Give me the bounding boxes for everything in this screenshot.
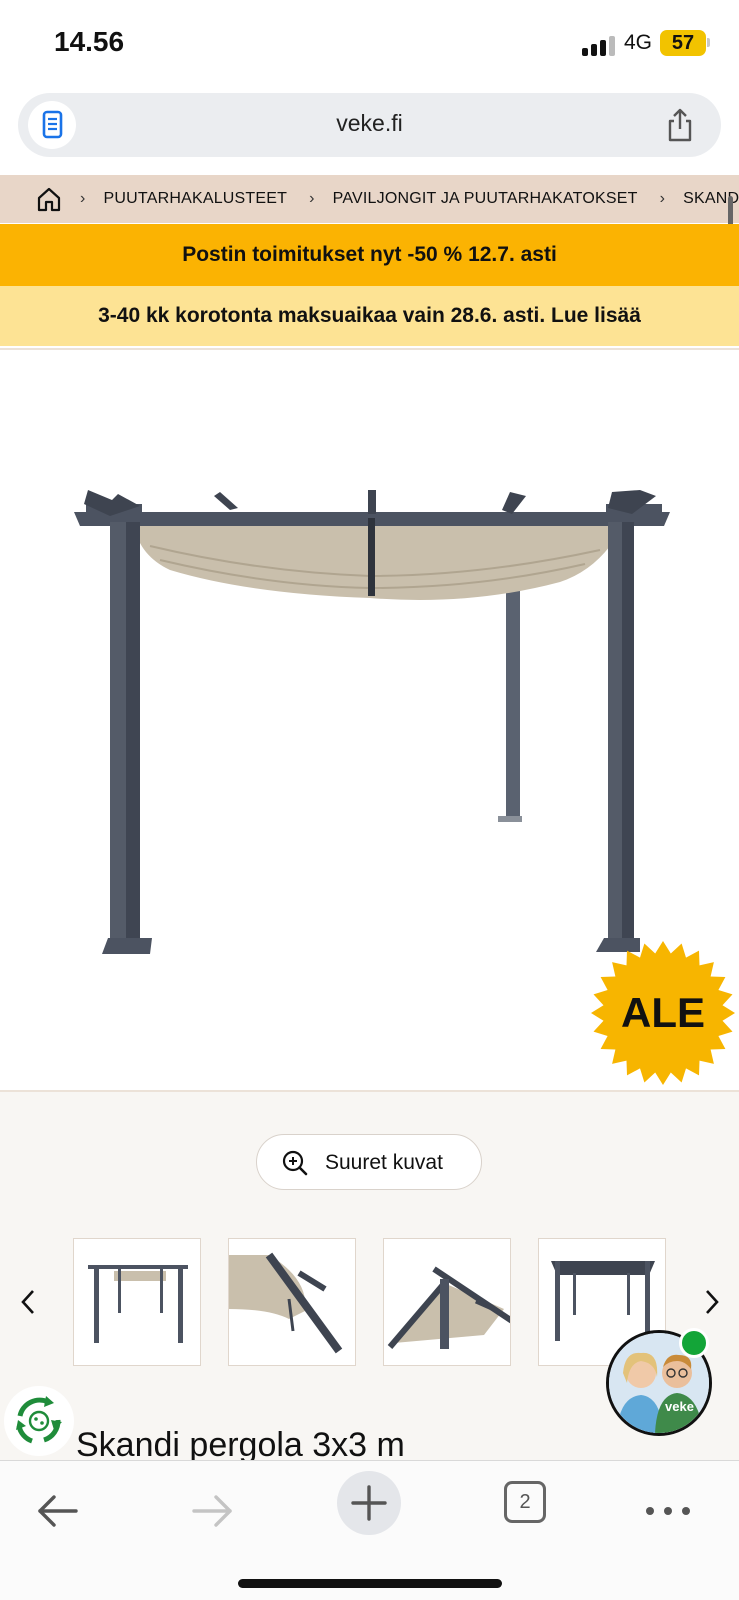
chevron-right-icon: › (309, 190, 315, 207)
address-bar[interactable]: veke.fi (18, 93, 721, 157)
battery-tip (707, 38, 710, 47)
breadcrumb-items: › PUUTARHAKALUSTEET › PAVILJONGIT JA PUU… (80, 175, 739, 223)
gallery-thumbnail[interactable] (73, 1238, 201, 1366)
product-title: Skandi pergola 3x3 m (76, 1426, 405, 1462)
share-icon (668, 108, 692, 142)
home-icon (37, 187, 61, 212)
breadcrumb: › PUUTARHAKALUSTEET › PAVILJONGIT JA PUU… (0, 175, 739, 223)
forward-arrow-icon (192, 1495, 232, 1527)
browser-toolbar: 2 (0, 1460, 739, 1600)
gallery-thumbnail[interactable] (383, 1238, 511, 1366)
plus-icon (351, 1485, 387, 1521)
thumbnail-image (229, 1252, 343, 1354)
thumbnail-image (387, 1266, 510, 1349)
signal-icon (582, 32, 616, 56)
gallery-next-button[interactable] (698, 1284, 726, 1320)
home-indicator (238, 1579, 502, 1588)
online-status-dot (679, 1328, 709, 1358)
more-button[interactable] (638, 1485, 702, 1549)
status-bar: 14.56 4G 57 (0, 0, 739, 90)
gallery-prev-button[interactable] (14, 1284, 42, 1320)
breadcrumb-home[interactable] (36, 186, 62, 212)
chevron-right-icon: › (659, 190, 666, 207)
chevron-left-icon (21, 1290, 34, 1314)
zoom-button-label: Suuret kuvat (325, 1151, 443, 1174)
zoom-button[interactable]: Suuret kuvat (256, 1134, 482, 1190)
tabs-button[interactable]: 2 (504, 1481, 546, 1523)
promo-banner-payment[interactable]: 3-40 kk korotonta maksuaikaa vain 28.6. … (0, 286, 739, 346)
sale-badge-label: ALE (621, 989, 705, 1036)
network-type: 4G (624, 31, 653, 54)
chevron-right-icon: › (80, 190, 86, 207)
reader-button[interactable] (28, 101, 76, 149)
breadcrumb-item[interactable]: PUUTARHAKALUSTEET (104, 190, 288, 208)
gallery-thumbnail[interactable] (228, 1238, 356, 1366)
breadcrumb-item[interactable]: PAVILJONGIT JA PUUTARHAKATOKSET (333, 190, 638, 208)
back-arrow-icon (38, 1495, 78, 1527)
forward-button[interactable] (182, 1485, 246, 1549)
chevron-right-icon (706, 1290, 719, 1314)
status-time: 14.56 (54, 26, 125, 57)
battery-indicator: 57 (660, 30, 706, 56)
share-button[interactable] (662, 107, 698, 143)
reader-icon (42, 110, 63, 139)
more-icon (646, 1507, 690, 1515)
eco-recycle-icon (11, 1393, 67, 1449)
url-text[interactable]: veke.fi (18, 110, 721, 137)
zoom-in-icon (282, 1150, 308, 1176)
sale-badge: ALE (590, 940, 736, 1086)
thumbnail-image (88, 1265, 188, 1343)
eco-badge[interactable] (4, 1386, 74, 1456)
promo-banner-delivery[interactable]: Postin toimitukset nyt -50 % 12.7. asti (0, 224, 739, 286)
chat-avatar-logo: veke (665, 1399, 694, 1414)
new-tab-button[interactable] (337, 1471, 401, 1535)
back-button[interactable] (28, 1485, 92, 1549)
